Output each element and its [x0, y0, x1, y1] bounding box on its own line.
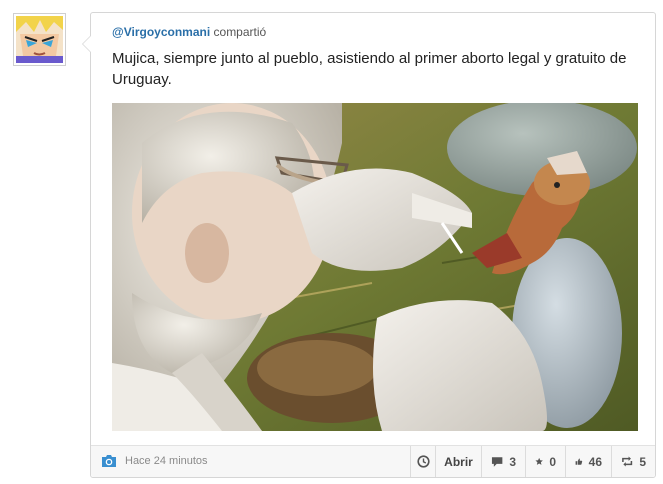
shared-label: compartió	[213, 25, 267, 39]
history-button[interactable]	[410, 446, 435, 477]
post-photo[interactable]	[112, 103, 638, 431]
comment-icon	[491, 457, 503, 467]
stars-count: 0	[549, 454, 556, 469]
username-link[interactable]: @Virgoyconmani	[112, 25, 210, 39]
post-meta: Hace 24 minutos	[101, 454, 208, 468]
comments-count: 3	[509, 454, 516, 469]
thumbs-up-icon	[575, 458, 583, 465]
open-label: Abrir	[444, 454, 473, 469]
comments-button[interactable]: 3	[481, 446, 525, 477]
timestamp[interactable]: Hace 24 minutos	[125, 455, 208, 467]
avatar-image	[16, 16, 63, 63]
likes-count: 46	[588, 454, 602, 469]
post-card: @Virgoyconmani compartió Mujica, siempre…	[82, 12, 656, 478]
reshare-button[interactable]: 5	[611, 446, 655, 477]
post-footer: Hace 24 minutos Abrir 3 0 46 5	[91, 445, 655, 477]
reshare-icon	[622, 456, 633, 467]
reshares-count: 5	[639, 454, 646, 469]
photo-image	[112, 103, 638, 431]
open-button[interactable]: Abrir	[435, 446, 481, 477]
star-button[interactable]: 0	[525, 446, 565, 477]
like-button[interactable]: 46	[565, 446, 611, 477]
post-text: Mujica, siempre junto al pueblo, asistie…	[112, 50, 627, 88]
star-icon	[535, 457, 543, 465]
camera-icon	[102, 455, 116, 467]
action-bar: Abrir 3 0 46 5	[410, 446, 655, 477]
clock-icon	[416, 455, 430, 468]
post-header: @Virgoyconmani compartió	[112, 25, 266, 39]
user-avatar[interactable]	[13, 13, 66, 66]
